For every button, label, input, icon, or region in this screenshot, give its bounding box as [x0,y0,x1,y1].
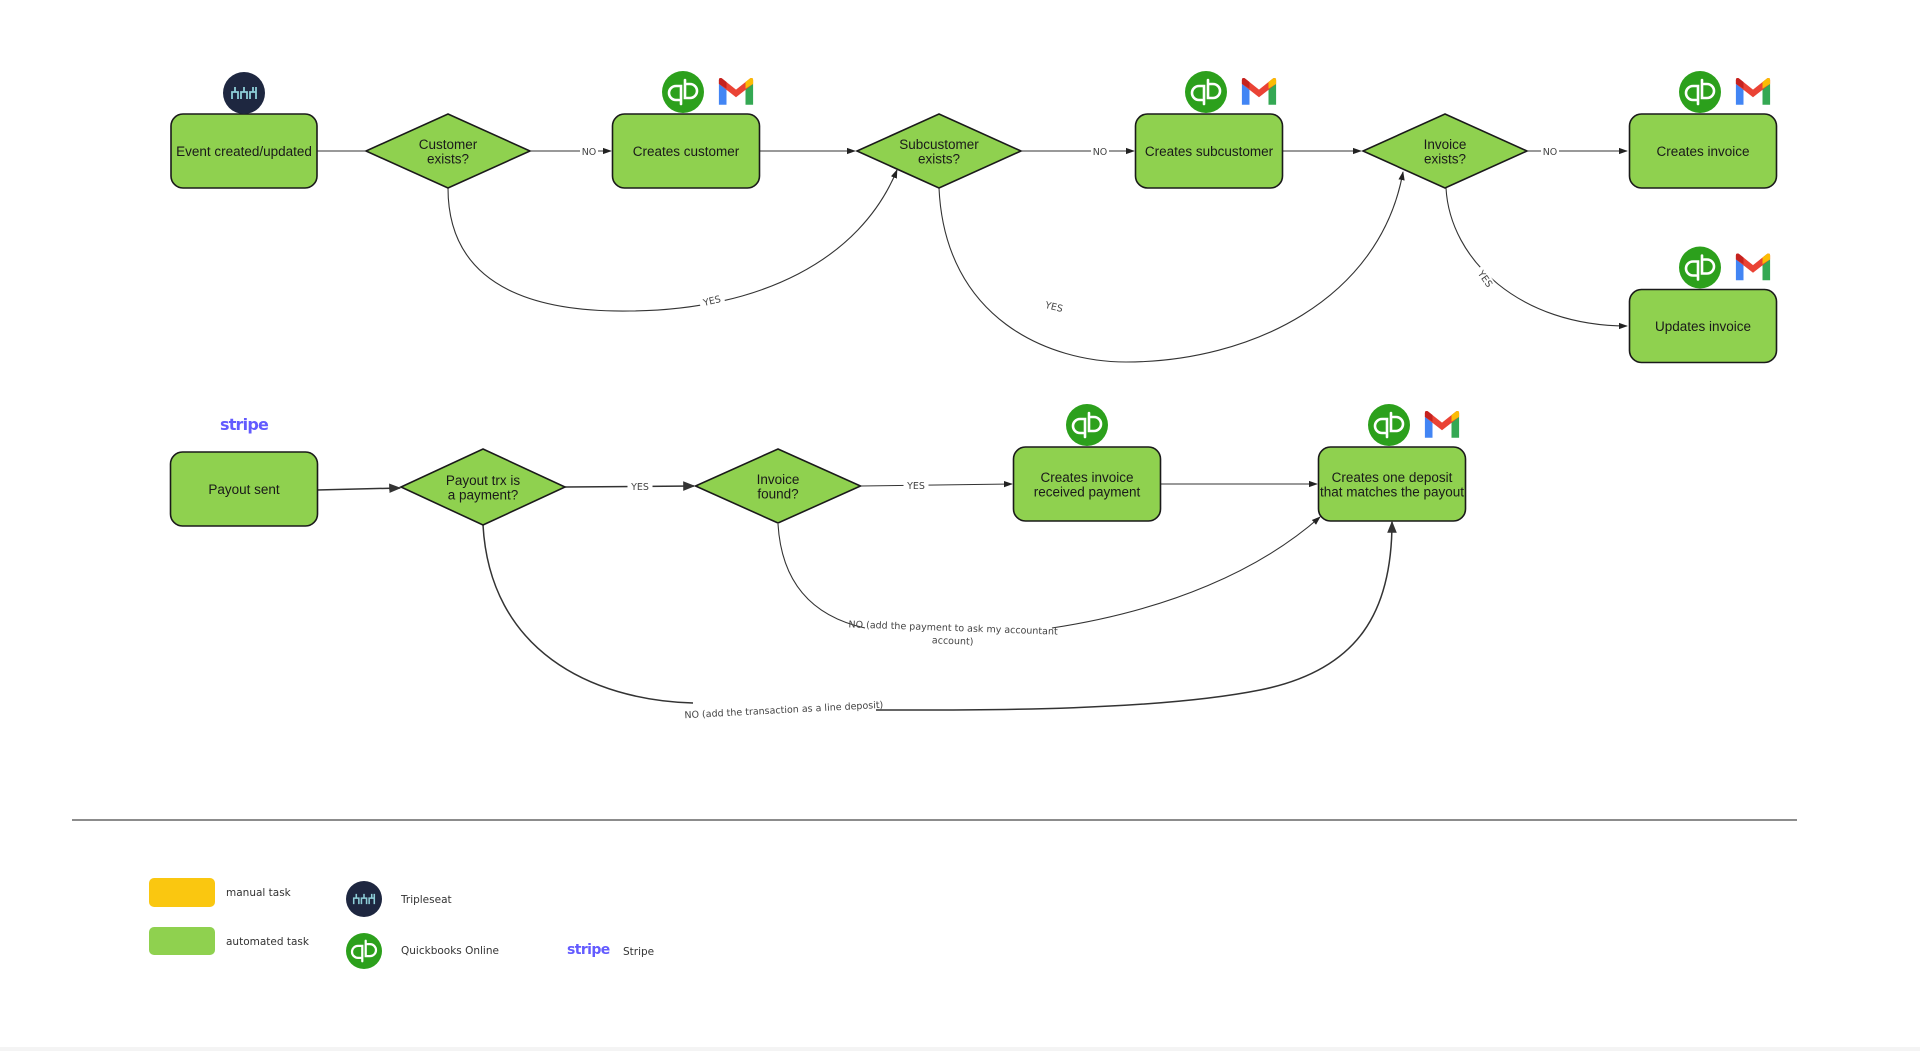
quickbooks-icon [346,933,382,969]
edge-label: account) [932,635,974,647]
node-label: Creates invoice [1656,144,1749,159]
edge-label: YES [906,481,925,492]
legend-label-automated: automated task [226,936,310,948]
edge-invoice-exists-to-updates-invoice[interactable] [1445,187,1628,330]
node-label: Payout trx is [446,473,521,488]
node-label: found? [757,486,798,501]
node-label: Customer [419,137,478,152]
node-label: Invoice [1424,137,1467,152]
decision-invoice-exists[interactable]: Invoiceexists? [1361,113,1529,189]
node-label: Event created/updated [176,144,312,159]
process-updates-invoice[interactable]: Updates invoice [1628,246,1778,364]
process-payout-sent[interactable]: Payout sent stripe [169,415,319,527]
edge-label: YES [701,294,722,309]
edge-invoice-found-to-creates-received-payment[interactable] [860,480,1013,488]
decision-subcustomer-exists[interactable]: Subcustomerexists? [855,113,1023,189]
process-creates-deposit[interactable]: Creates one depositthat matches the payo… [1317,404,1467,522]
node-label: Updates invoice [1655,319,1751,334]
node-label: a payment? [448,487,519,502]
legend-label-stripe: Stripe [623,946,654,958]
process-creates-received-payment[interactable]: Creates invoicereceived payment [1012,404,1162,522]
node-label: exists? [1424,151,1466,166]
edge-payout-is-payment-to-creates-deposit[interactable] [482,522,1392,711]
edge-label: NO [582,147,597,158]
gmail-icon [718,77,754,105]
decision-invoice-found[interactable]: Invoicefound? [693,448,863,524]
node-label: exists? [427,151,469,166]
edge-label: NO (add the payment to ask my accountant [848,619,1058,637]
edge-label: YES [630,482,649,493]
tripleseat-icon [223,72,265,114]
decision-customer-exists[interactable]: Customerexists? [364,113,532,189]
quickbooks-icon [1679,71,1721,113]
gmail-icon [1735,77,1771,105]
edge-label: YES [1043,300,1064,315]
legend-item-quickbooks: Quickbooks Online [346,933,499,969]
node-label: Creates invoice [1040,470,1133,485]
edge-payout-sent-to-payout-is-payment[interactable] [316,483,402,494]
process-creates-customer[interactable]: Creates customer [611,71,761,189]
node-label: Invoice [757,472,800,487]
node-label: Creates one deposit [1332,470,1453,485]
gmail-icon [1735,253,1771,281]
node-label: exists? [918,151,960,166]
edge-label: NO [1543,147,1558,158]
edge-invoice-found-to-creates-deposit[interactable] [777,517,1320,629]
process-event[interactable]: Event created/updated [170,72,318,189]
quickbooks-icon [1368,404,1410,446]
gmail-icon [1241,77,1277,105]
edge-subcustomer-exists-to-invoice-exists[interactable] [938,171,1405,363]
node-label: Payout sent [208,482,280,497]
stripe-icon: stripe [220,415,269,434]
legend-item-manual: manual task [149,878,292,907]
quickbooks-icon [662,71,704,113]
legend-item-automated: automated task [149,927,310,955]
node-label: Creates subcustomer [1145,144,1274,159]
quickbooks-icon [1679,246,1721,289]
node-label: Creates customer [633,144,740,159]
nodes-layer: Event created/updated Customerexists? Crea… [169,71,1778,527]
edge-label: NO (add the transaction as a line deposi… [684,700,883,721]
node-label: Subcustomer [899,137,979,152]
legend-label-manual: manual task [226,887,292,899]
manual-task-swatch [149,878,215,907]
process-creates-subcustomer[interactable]: Creates subcustomer [1134,71,1284,189]
node-label: that matches the payout [1320,484,1464,499]
stripe-icon: stripe [567,942,610,958]
legend: manual task automated task Tripleseat Qu… [149,878,654,969]
legend-label-quickbooks: Quickbooks Online [401,945,499,957]
node-label: received payment [1034,484,1141,499]
process-creates-invoice[interactable]: Creates invoice [1628,71,1778,189]
legend-item-stripe: stripe Stripe [567,942,654,958]
automated-task-swatch [149,927,215,955]
gmail-icon [1424,410,1460,438]
quickbooks-icon [1185,71,1227,113]
tripleseat-icon [346,881,382,917]
legend-item-tripleseat: Tripleseat [346,881,452,917]
bottom-strip [0,1047,1920,1051]
quickbooks-icon [1066,404,1108,446]
legend-label-tripleseat: Tripleseat [400,894,452,906]
edge-customer-exists-to-subcustomer-exists[interactable] [447,169,898,312]
decision-payout-is-payment[interactable]: Payout trx isa payment? [399,448,567,526]
flowchart-canvas: Event created/updated Customerexists? Crea… [72,71,1797,969]
edge-label: NO [1093,147,1108,158]
